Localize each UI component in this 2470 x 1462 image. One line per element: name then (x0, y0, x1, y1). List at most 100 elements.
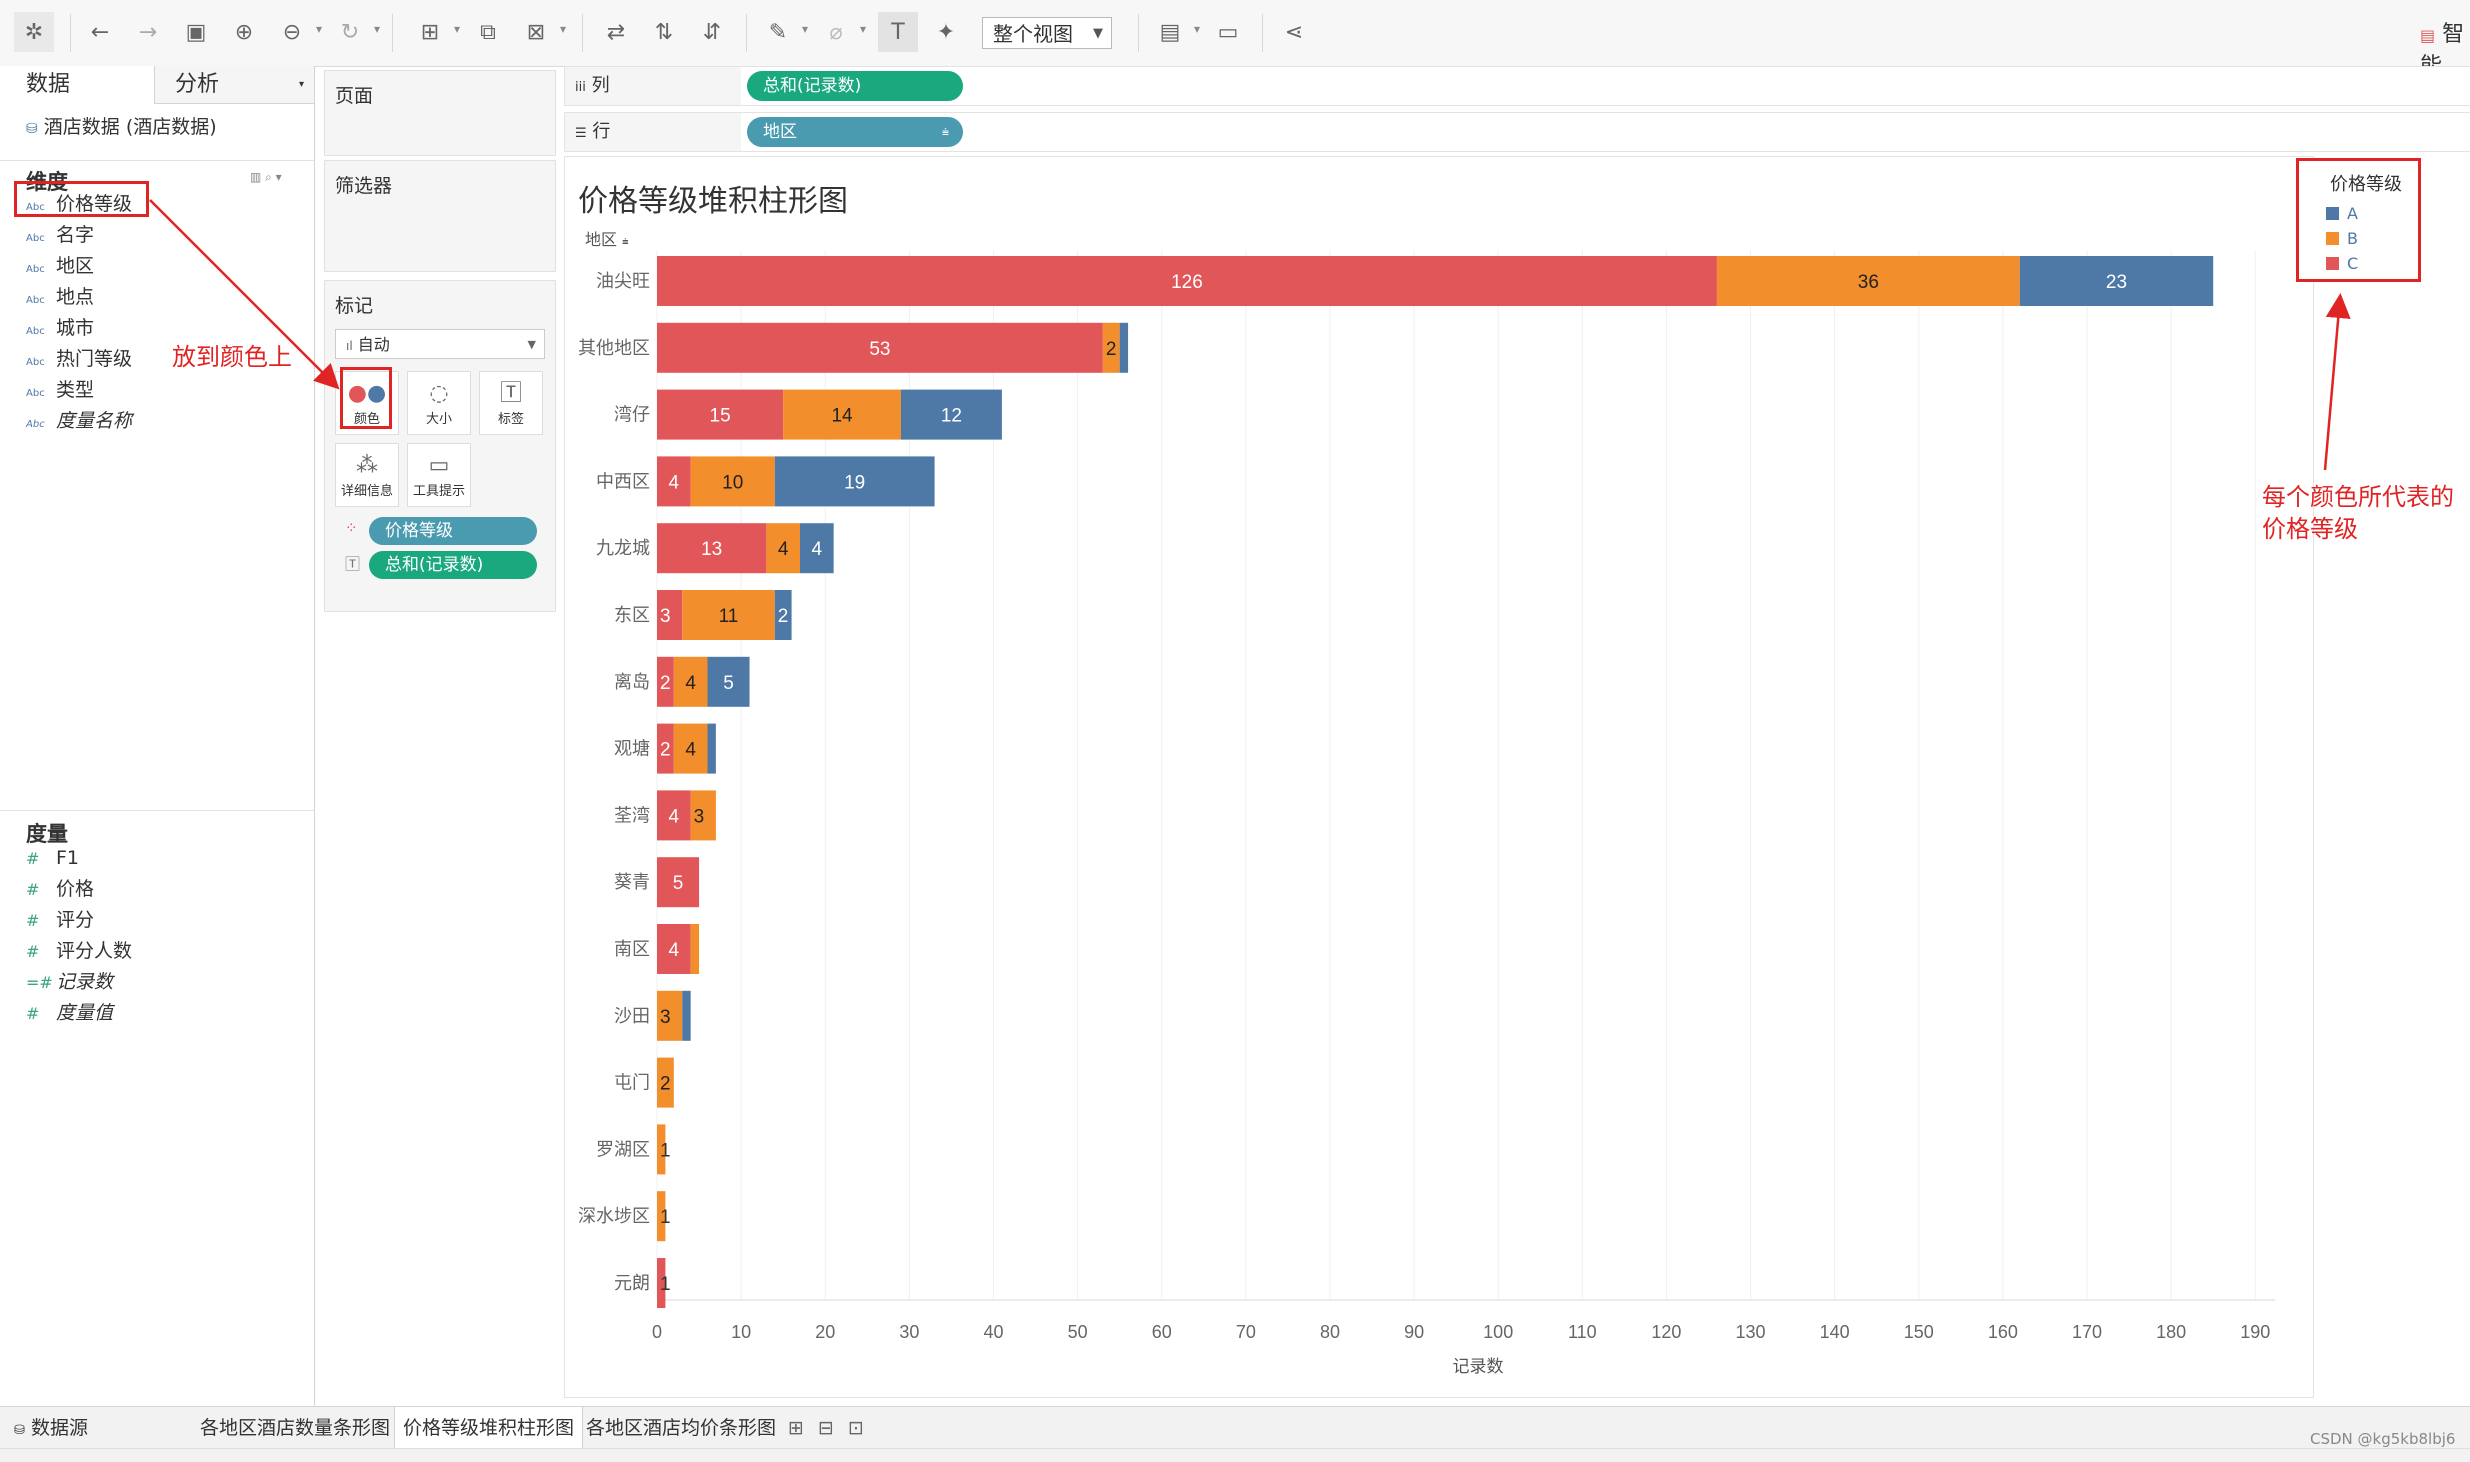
chevron-down-icon[interactable]: ▾ (560, 22, 566, 36)
share-icon[interactable]: ⋖ (1274, 12, 1314, 52)
marks-title: 标记 (335, 295, 374, 317)
annotation-box-field (14, 181, 149, 217)
show-labels-icon[interactable]: T (878, 12, 918, 52)
show-me-icon: ▤ (2420, 26, 2436, 45)
redo-icon[interactable]: → (128, 12, 168, 52)
tab-analysis[interactable]: 分析 ▾ (154, 66, 314, 104)
undo-icon[interactable]: ← (80, 12, 120, 52)
clear-icon[interactable]: ⊠ (516, 12, 556, 52)
refresh-icon[interactable]: ↻ (330, 12, 370, 52)
label-button[interactable]: 🅃 标签 (479, 371, 543, 435)
chevron-down-icon[interactable]: ▾ (316, 22, 322, 36)
tab-sheet-3[interactable]: 各地区酒店均价条形图 (578, 1407, 784, 1449)
marks-type-select[interactable]: ıl 自动 ▼ (335, 329, 545, 359)
measure-field[interactable]: # F1 (26, 844, 79, 872)
dimension-field[interactable]: Abc 城市 (26, 314, 94, 342)
chevron-down-icon[interactable]: ▾ (454, 22, 460, 36)
field-label: 度量名称 (56, 410, 133, 432)
tab-sheet-1[interactable]: 各地区酒店数量条形图 (192, 1407, 398, 1449)
dimension-field[interactable]: Abc 类型 (26, 376, 94, 404)
text-icon: 🅃 (499, 381, 522, 406)
view-select-value: 整个视图 (993, 22, 1073, 46)
pages-title: 页面 (335, 85, 374, 107)
chevron-down-icon: ▼ (1093, 26, 1103, 41)
annotation-box-legend (2296, 158, 2421, 282)
tab-datasource-label: 数据源 (30, 1417, 88, 1439)
marks-pill-color[interactable]: 价格等级 (369, 517, 537, 545)
detail-button[interactable]: ⁂ 详细信息 (335, 443, 399, 507)
tab-data[interactable]: 数据 (0, 66, 154, 104)
string-type-icon: Abc (26, 233, 45, 244)
highlight-icon[interactable]: ✎ (758, 12, 798, 52)
new-story-icon[interactable]: ⊡ (840, 1407, 872, 1449)
string-type-icon: Abc (26, 357, 45, 368)
measure-field[interactable]: # 价格 (26, 875, 94, 903)
tableau-logo-icon[interactable]: ✲ (14, 12, 54, 52)
rows-shelf[interactable]: ☰ 行 地区 ⩧ (564, 112, 2470, 152)
field-label: 价格 (56, 878, 95, 900)
chart-title: 价格等级堆积柱形图 (578, 184, 848, 219)
pages-card[interactable]: 页面 (324, 70, 556, 156)
rows-pill[interactable]: 地区 ⩧ (747, 117, 963, 147)
columns-pill[interactable]: 总和(记录数) (747, 71, 963, 101)
marks-pill-label[interactable]: 总和(记录数) (369, 551, 537, 579)
field-label: 类型 (56, 379, 95, 401)
chevron-down-icon[interactable]: ▾ (860, 22, 866, 36)
chevron-down-icon[interactable]: ▾ (1194, 22, 1200, 36)
save-icon[interactable]: ▣ (176, 12, 216, 52)
chevron-down-icon[interactable]: ▾ (374, 22, 380, 36)
size-icon: ◌ (429, 381, 449, 406)
new-worksheet-icon[interactable]: ⊞ (410, 12, 450, 52)
field-label: F1 (56, 847, 80, 869)
detail-dots-icon: ⁂ (356, 453, 378, 478)
filters-card[interactable]: 筛选器 (324, 160, 556, 272)
field-label: 地点 (56, 286, 95, 308)
marks-card: 标记 ıl 自动 ▼ ●● 颜色 ◌ 大小 🅃 标签 ⁂ 详细信息 ▭ 工具提示… (324, 280, 556, 612)
number-type-icon: # (26, 1004, 40, 1023)
show-cards-icon[interactable]: ▤ (1150, 12, 1190, 52)
chevron-down-icon: ▾ (298, 79, 304, 90)
tab-datasource[interactable]: ⛁ 数据源 (6, 1407, 96, 1449)
dimension-field[interactable]: Abc 度量名称 (26, 407, 132, 435)
field-label: 度量值 (56, 1002, 114, 1024)
measure-field[interactable]: # 评分 (26, 906, 94, 934)
new-datasource-icon[interactable]: ⊕ (224, 12, 264, 52)
sort-descending-icon[interactable]: ⇵ (692, 12, 732, 52)
tab-sheet-2[interactable]: 价格等级堆积柱形图 (394, 1407, 584, 1449)
pause-update-icon[interactable]: ⊖ (272, 12, 312, 52)
rows-icon: ☰ (575, 126, 587, 141)
view-select[interactable]: 整个视图 ▼ (982, 17, 1112, 49)
datasource-label: 酒店数据 (酒店数据) (43, 116, 217, 138)
tooltip-icon: ▭ (428, 453, 450, 478)
measure-field[interactable]: # 评分人数 (26, 937, 132, 965)
filters-title: 筛选器 (335, 175, 393, 197)
group-icon[interactable]: ⌀ (816, 12, 856, 52)
chevron-down-icon[interactable]: ▾ (802, 22, 808, 36)
database-icon: ⛁ (14, 1423, 25, 1438)
duplicate-icon[interactable]: ⧉ (468, 12, 508, 52)
string-type-icon: Abc (26, 419, 45, 430)
new-worksheet-icon[interactable]: ⊞ (780, 1407, 812, 1449)
row-header[interactable]: 地区 ⩧ (585, 226, 629, 250)
swap-icon[interactable]: ⇄ (596, 12, 636, 52)
detail-button-label: 详细信息 (340, 484, 393, 499)
bar-chart-icon: ıl (346, 339, 353, 353)
sort-ascending-icon[interactable]: ⇅ (644, 12, 684, 52)
dimension-field[interactable]: Abc 热门等级 (26, 345, 132, 373)
dimension-field[interactable]: Abc 地区 (26, 252, 94, 280)
size-button[interactable]: ◌ 大小 (407, 371, 471, 435)
columns-shelf[interactable]: iii 列 总和(记录数) (564, 66, 2470, 106)
view-icons[interactable]: ▥ ⌕ ▾ (250, 170, 282, 185)
tooltip-button[interactable]: ▭ 工具提示 (407, 443, 471, 507)
field-label: 评分 (56, 909, 95, 931)
presentation-icon[interactable]: ▭ (1208, 12, 1248, 52)
measure-field[interactable]: =# 记录数 (26, 968, 113, 996)
measure-field[interactable]: # 度量值 (26, 999, 113, 1027)
datasource-item[interactable]: ⛁ 酒店数据 (酒店数据) (26, 112, 217, 139)
string-type-icon: Abc (26, 264, 45, 275)
annotation-legend-note-2: 价格等级 (2262, 515, 2358, 543)
dimension-field[interactable]: Abc 地点 (26, 283, 94, 311)
dimension-field[interactable]: Abc 名字 (26, 221, 94, 249)
new-dashboard-icon[interactable]: ⊟ (810, 1407, 842, 1449)
pin-icon[interactable]: ✦ (926, 12, 966, 52)
